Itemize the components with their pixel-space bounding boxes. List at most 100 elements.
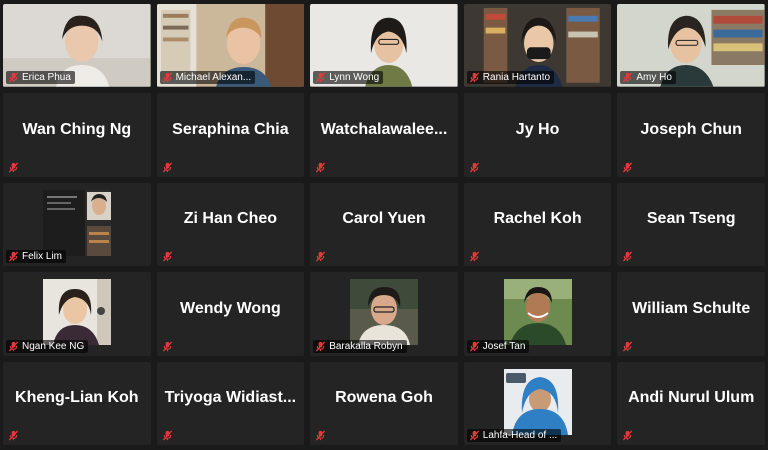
microphone-muted-icon xyxy=(469,162,479,173)
microphone-muted-icon xyxy=(8,72,19,83)
participant-name: Rania Hartanto xyxy=(482,72,551,84)
participant-tile[interactable]: Sean Tseng xyxy=(617,182,765,267)
microphone-muted-icon xyxy=(162,341,172,352)
participant-tile[interactable]: Amy Ho xyxy=(617,4,765,88)
participant-label xyxy=(313,161,330,174)
microphone-muted-icon xyxy=(623,72,633,83)
participant-tile[interactable]: Zi Han Cheo xyxy=(156,182,305,267)
participant-label: Ngan Kee NG xyxy=(6,339,89,353)
participant-label: Michael Alexan... xyxy=(159,71,256,85)
participant-tile[interactable]: Michael Alexan... xyxy=(156,4,305,88)
participant-label xyxy=(160,161,177,174)
microphone-muted-icon xyxy=(162,72,172,83)
participant-label: Barakalla Robyn xyxy=(313,339,407,353)
participant-tile[interactable]: Josef Tan xyxy=(463,272,612,356)
microphone-muted-icon xyxy=(162,251,172,262)
participant-video-thumbnail xyxy=(349,279,418,346)
microphone-muted-icon xyxy=(469,251,479,262)
microphone-muted-icon xyxy=(8,430,19,441)
microphone-muted-icon xyxy=(316,430,326,441)
microphone-muted-icon xyxy=(162,430,172,441)
participant-name: Michael Alexan... xyxy=(175,72,252,84)
participant-display-name: Watchalawalee... xyxy=(320,121,448,139)
participant-tile[interactable]: Rania Hartanto xyxy=(463,4,612,88)
participant-video-thumbnail xyxy=(503,368,572,435)
participant-display-name: Rowena Goh xyxy=(335,389,433,407)
participant-label xyxy=(620,340,637,353)
participant-label xyxy=(620,250,637,263)
participant-tile[interactable]: Lahfa-Head of ... xyxy=(463,361,612,445)
participant-tile[interactable]: Lynn Wong xyxy=(310,4,458,88)
microphone-muted-icon xyxy=(316,162,326,173)
participant-label xyxy=(467,250,484,263)
participant-display-name: William Schulte xyxy=(632,299,751,317)
microphone-muted-icon xyxy=(316,341,326,352)
microphone-muted-icon xyxy=(623,251,633,262)
participant-display-name: Jy Ho xyxy=(515,121,560,139)
participant-label: Felix Lim xyxy=(6,250,67,264)
participant-name: Josef Tan xyxy=(482,340,526,352)
participant-label xyxy=(6,429,23,442)
microphone-muted-icon xyxy=(469,72,479,83)
participant-tile[interactable]: Ngan Kee NG xyxy=(3,272,151,356)
microphone-muted-icon xyxy=(469,430,479,441)
participant-tile[interactable]: Seraphina Chia xyxy=(156,93,305,177)
participant-label xyxy=(313,429,330,442)
participant-label xyxy=(6,161,23,174)
participant-label xyxy=(160,340,177,353)
participant-name: Erica Phua xyxy=(22,72,71,84)
participant-tile[interactable]: Jy Ho xyxy=(463,93,612,177)
participant-tile[interactable]: Rowena Goh xyxy=(310,361,458,445)
participant-display-name: Andi Nurul Ulum xyxy=(628,389,755,407)
participant-tile[interactable]: Erica Phua xyxy=(3,4,151,88)
participant-label: Josef Tan xyxy=(466,339,530,353)
participant-display-name: Wendy Wong xyxy=(180,299,281,317)
participant-tile[interactable]: Watchalawalee... xyxy=(310,93,458,177)
participant-display-name: Sean Tseng xyxy=(646,210,736,228)
participant-label xyxy=(313,250,330,263)
participant-name: Amy Ho xyxy=(636,72,672,84)
participant-tile[interactable]: Wan Ching Ng xyxy=(3,93,151,177)
participant-name: Lahfa-Head of ... xyxy=(482,430,558,441)
microphone-muted-icon xyxy=(623,162,633,173)
participant-tile[interactable]: Felix Lim xyxy=(3,182,151,267)
participant-label xyxy=(160,250,177,263)
participant-display-name: Wan Ching Ng xyxy=(22,121,132,139)
participant-tile[interactable]: Andi Nurul Ulum xyxy=(617,361,765,445)
participant-label: Rania Hartanto xyxy=(466,71,555,85)
participant-tile[interactable]: Wendy Wong xyxy=(156,272,305,356)
participant-tile[interactable]: Joseph Chun xyxy=(617,93,765,177)
participant-display-name: Seraphina Chia xyxy=(172,121,289,139)
microphone-muted-icon xyxy=(316,72,326,83)
participant-display-name: Joseph Chun xyxy=(640,121,742,139)
microphone-muted-icon xyxy=(8,251,19,262)
participant-display-name: Zi Han Cheo xyxy=(183,210,278,228)
participant-name: Felix Lim xyxy=(22,251,63,263)
participant-label: Erica Phua xyxy=(6,71,75,85)
gallery-view: Erica Phua Michael Alexan... Lynn Wong R… xyxy=(0,0,768,450)
participant-video-thumbnail xyxy=(42,279,111,346)
participant-label xyxy=(467,161,484,174)
microphone-muted-icon xyxy=(8,162,19,173)
participant-name: Lynn Wong xyxy=(329,72,380,84)
participant-tile[interactable]: Barakalla Robyn xyxy=(310,272,458,356)
microphone-muted-icon xyxy=(623,430,633,441)
participant-tile[interactable]: Kheng-Lian Koh xyxy=(3,361,151,445)
microphone-muted-icon xyxy=(8,341,19,352)
participant-name: Ngan Kee NG xyxy=(22,340,85,352)
participant-label: Lynn Wong xyxy=(313,71,384,85)
participant-display-name: Rachel Koh xyxy=(493,210,582,228)
participant-tile[interactable]: Carol Yuen xyxy=(310,182,458,267)
microphone-muted-icon xyxy=(316,251,326,262)
participant-tile[interactable]: William Schulte xyxy=(617,272,765,356)
participant-display-name: Kheng-Lian Koh xyxy=(15,389,139,407)
participant-tile[interactable]: Triyoga Widiast... xyxy=(156,361,305,445)
microphone-muted-icon xyxy=(469,341,479,352)
participant-video-thumbnail xyxy=(503,279,572,346)
microphone-muted-icon xyxy=(623,341,633,352)
participant-name: Barakalla Robyn xyxy=(329,340,403,352)
participant-display-name: Triyoga Widiast... xyxy=(164,389,297,407)
participant-label xyxy=(620,429,637,442)
participant-tile[interactable]: Rachel Koh xyxy=(463,182,612,267)
microphone-muted-icon xyxy=(162,162,172,173)
